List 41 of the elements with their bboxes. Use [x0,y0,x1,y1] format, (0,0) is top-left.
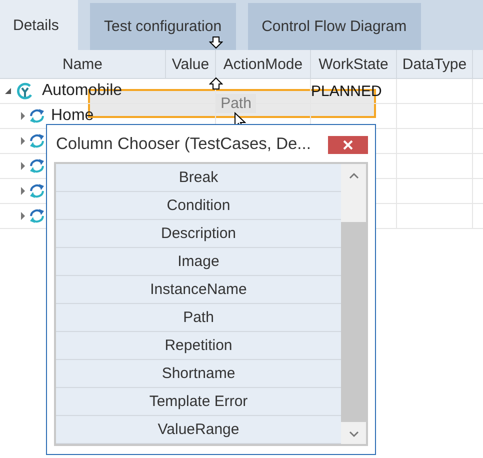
tree-item-label[interactable]: Home [47,108,94,124]
column-header[interactable]: WorkState [311,50,397,78]
expand-arrow-icon[interactable] [19,137,27,145]
cycle-icon [29,133,45,149]
column-item[interactable]: ValueRange [56,416,341,444]
cycle-icon [29,158,45,174]
cycle-icon [29,183,45,199]
tab[interactable]: Test configuration [90,3,236,50]
cycle-icon [29,208,45,224]
expand-arrow-icon[interactable] [19,162,27,170]
column-item[interactable]: Path [56,304,341,332]
expand-arrow-icon[interactable] [19,212,27,220]
collapse-arrow-icon[interactable] [4,87,12,95]
drop-down-arrow-icon [209,36,223,49]
scroll-up-icon[interactable] [348,172,358,180]
tree-root-icon [16,82,34,100]
expand-arrow-icon[interactable] [19,187,27,195]
expand-arrow-icon[interactable] [19,112,27,120]
column-item[interactable]: Image [56,248,341,276]
close-button[interactable] [328,136,368,154]
close-icon [343,140,353,150]
column-item[interactable]: Repetition [56,332,341,360]
drop-up-arrow-icon [209,77,223,90]
tab[interactable]: Control Flow Diagram [248,3,421,50]
column-header[interactable]: Name [0,50,166,78]
column-item[interactable]: Condition [56,192,341,220]
scrollbar-thumb[interactable] [341,222,366,422]
dialog-title: Column Chooser (TestCases, De... [55,135,311,154]
column-header[interactable]: ActionMode [216,50,311,78]
column-item[interactable]: Shortname [56,360,341,388]
column-item[interactable]: InstanceName [56,276,341,304]
column-item[interactable]: Description [56,220,341,248]
column-header[interactable]: DataType [397,50,473,78]
column-item[interactable]: Break [56,164,341,192]
scroll-down-icon[interactable] [348,430,358,438]
dragged-column-label: Path [216,94,256,113]
column-item[interactable]: Template Error [56,388,341,416]
cycle-icon [29,108,45,124]
column-header[interactable]: Value [166,50,216,78]
tab[interactable]: Details [0,0,78,50]
tree-item-label[interactable]: Automobile [38,83,122,99]
